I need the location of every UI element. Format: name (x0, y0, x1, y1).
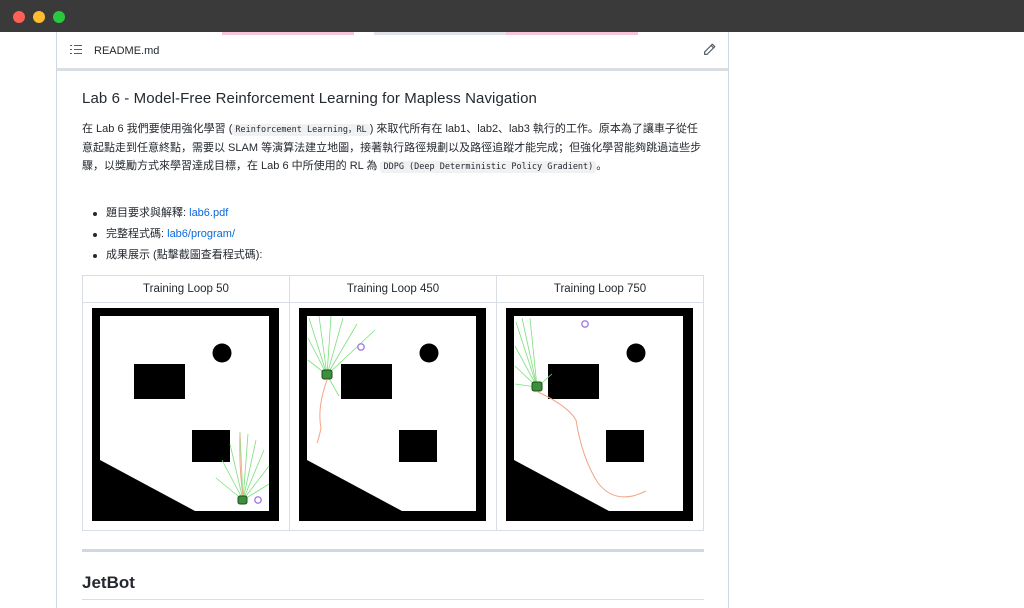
bullet-list: 題目要求與解釋: lab6.pdf 完整程式碼: lab6/program/ 成… (82, 205, 262, 268)
list-item: 題目要求與解釋: lab6.pdf (92, 205, 262, 226)
table-header: Training Loop 750 (496, 275, 704, 303)
training-screenshot-450[interactable] (299, 308, 486, 521)
list-icon[interactable] (70, 44, 82, 56)
description-paragraph: 在 Lab 6 我們要使用強化學習 (Reinforcement Learnin… (82, 123, 702, 173)
inline-code: DDPG (Deep Deterministic Policy Gradient… (380, 161, 597, 173)
inline-code: Reinforcement Learning，RL (232, 124, 370, 136)
lab-pdf-link[interactable]: lab6.pdf (189, 207, 228, 219)
training-screenshot-750[interactable] (506, 308, 693, 521)
file-header: README.md (57, 35, 728, 71)
file-name: README.md (94, 45, 160, 57)
heading-underline (82, 599, 704, 600)
list-item: 成果展示 (點擊截圖查看程式碼): (92, 247, 262, 268)
section-heading: Lab 6 - Model-Free Reinforcement Learnin… (82, 90, 537, 107)
table-header: Training Loop 450 (289, 275, 497, 303)
readme-card: README.md Lab 6 - Model-Free Reinforceme… (56, 32, 729, 608)
jetbot-heading: JetBot (82, 573, 135, 592)
close-window-button[interactable] (13, 11, 25, 23)
program-folder-link[interactable]: lab6/program/ (167, 228, 235, 240)
right-empty-panel (728, 32, 1024, 608)
minimize-window-button[interactable] (33, 11, 45, 23)
window-titlebar (0, 0, 1024, 32)
pencil-icon[interactable] (703, 43, 716, 56)
table-header: Training Loop 50 (82, 275, 290, 303)
list-item: 完整程式碼: lab6/program/ (92, 226, 262, 247)
maximize-window-button[interactable] (53, 11, 65, 23)
result-cell (496, 302, 704, 531)
training-screenshot-50[interactable] (92, 308, 279, 521)
results-table: Training Loop 50 Training Loop 450 Train… (82, 275, 704, 531)
section-divider (82, 549, 704, 552)
result-cell (82, 302, 290, 531)
result-cell (289, 302, 497, 531)
